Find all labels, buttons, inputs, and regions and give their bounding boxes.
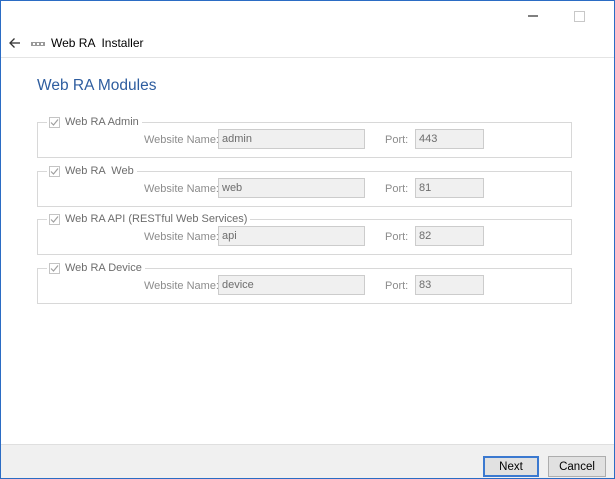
port-input-admin[interactable]: [415, 129, 484, 149]
port-input-web[interactable]: [415, 178, 484, 198]
minimize-icon[interactable]: [510, 1, 556, 31]
back-arrow-icon[interactable]: [5, 33, 25, 53]
module-checkbox-api[interactable]: [49, 213, 60, 225]
module-checkbox-device[interactable]: [49, 262, 60, 274]
website-name-input-admin[interactable]: [218, 129, 365, 149]
page-title: Web RA Modules: [37, 77, 157, 94]
website-name-input-device[interactable]: [218, 275, 365, 295]
website-name-input-api[interactable]: [218, 226, 365, 246]
window-title: Web RA Installer: [51, 36, 144, 50]
module-title: Web RA API (RESTful Web Services): [65, 213, 248, 225]
module-group-device: Web RA Device Website Name: Port:: [37, 260, 572, 304]
port-label: Port:: [385, 134, 409, 146]
website-name-label: Website Name:: [144, 231, 219, 243]
module-group-admin: Web RA Admin Website Name: Port:: [37, 114, 572, 158]
footer-bar: Next Cancel: [1, 444, 614, 478]
website-name-input-web[interactable]: [218, 178, 365, 198]
maximize-icon: [556, 1, 602, 31]
module-title: Web RA Web: [65, 165, 134, 177]
cancel-button[interactable]: Cancel: [548, 456, 606, 477]
port-label: Port:: [385, 280, 409, 292]
port-label: Port:: [385, 231, 409, 243]
next-button[interactable]: Next: [483, 456, 539, 477]
module-title: Web RA Admin: [65, 116, 139, 128]
module-title: Web RA Device: [65, 262, 142, 274]
caption-controls: [510, 1, 614, 31]
module-group-api: Web RA API (RESTful Web Services) Websit…: [37, 211, 572, 255]
module-checkbox-web[interactable]: [49, 165, 60, 177]
module-checkbox-admin[interactable]: [49, 116, 60, 128]
port-input-device[interactable]: [415, 275, 484, 295]
title-bar: Web RA Installer: [1, 31, 614, 58]
website-name-label: Website Name:: [144, 280, 219, 292]
app-logo-icon: [31, 39, 45, 47]
website-name-label: Website Name:: [144, 183, 219, 195]
port-input-api[interactable]: [415, 226, 484, 246]
port-label: Port:: [385, 183, 409, 195]
installer-window: Web RA Installer Web RA Modules Web RA A…: [0, 0, 615, 479]
website-name-label: Website Name:: [144, 134, 219, 146]
module-group-web: Web RA Web Website Name: Port:: [37, 163, 572, 207]
